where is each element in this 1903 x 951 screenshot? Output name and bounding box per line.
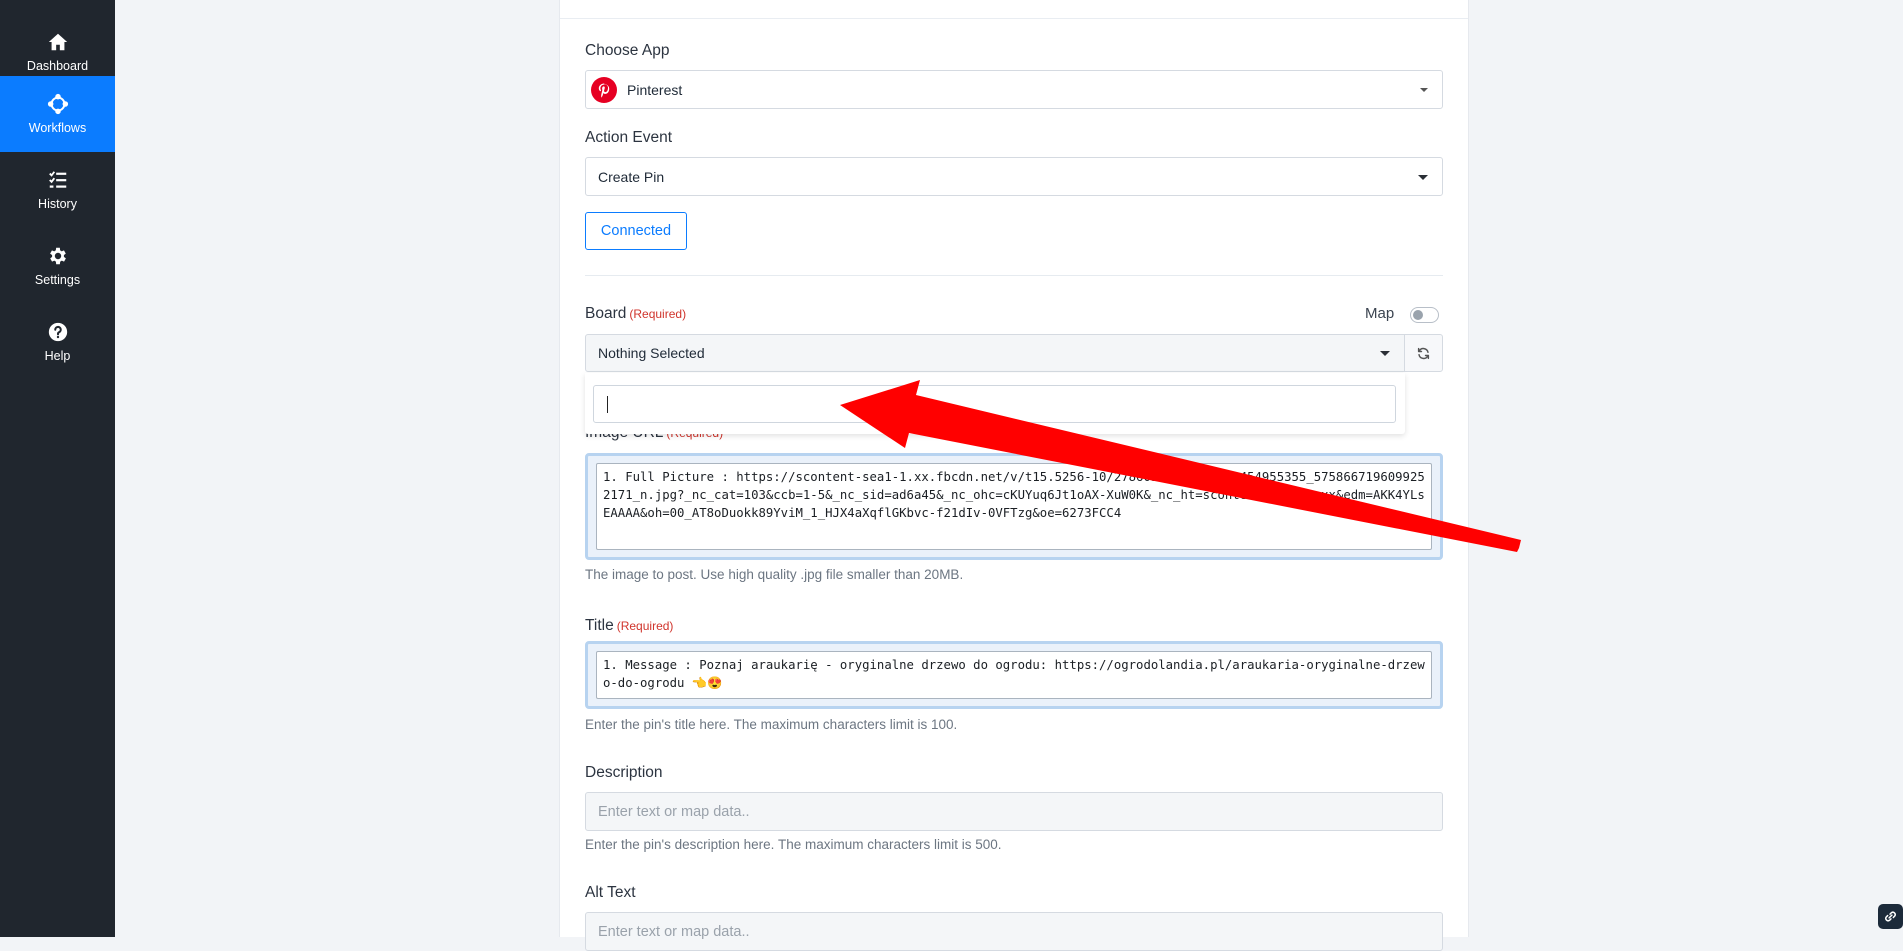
chevron-down-icon: [1380, 351, 1390, 356]
board-select-value: Nothing Selected: [598, 345, 705, 361]
alt-text-label: Alt Text: [585, 884, 636, 901]
help-circle-icon: [48, 322, 67, 342]
image-url-hint: The image to post. Use high quality .jpg…: [585, 567, 964, 582]
history-list-icon: [48, 171, 66, 188]
image-url-value[interactable]: 1. Full Picture : https://scontent-sea1-…: [596, 463, 1432, 550]
title-field[interactable]: 1. Message : Poznaj araukarię - oryginal…: [585, 641, 1443, 709]
refresh-boards-button[interactable]: [1404, 334, 1443, 372]
panel-top-divider: [560, 18, 1468, 19]
choose-app-value: Pinterest: [627, 81, 683, 98]
chevron-down-icon: [1420, 87, 1428, 92]
action-event-select[interactable]: Create Pin: [585, 157, 1443, 196]
sidebar-item-label: Settings: [34, 273, 81, 287]
refresh-icon: [1417, 347, 1430, 359]
title-label-text: Title: [585, 617, 614, 634]
sidebar-item-help[interactable]: Help: [0, 304, 115, 380]
chevron-down-icon: [1418, 174, 1428, 180]
title-label: Title (Required): [585, 617, 673, 635]
board-select[interactable]: Nothing Selected: [585, 334, 1405, 372]
description-hint: Enter the pin's description here. The ma…: [585, 837, 1002, 852]
choose-app-label: Choose App: [585, 42, 670, 59]
board-label: Board (Required): [585, 305, 686, 323]
sidebar: Dashboard Workflows History Settings Hel…: [0, 0, 115, 937]
connected-button[interactable]: Connected: [585, 212, 687, 250]
image-url-field[interactable]: 1. Full Picture : https://scontent-sea1-…: [585, 453, 1443, 560]
section-divider: [585, 275, 1443, 276]
sidebar-item-label: Workflows: [28, 121, 87, 135]
link-extension-icon[interactable]: [1878, 904, 1903, 929]
sidebar-item-label: Help: [44, 349, 71, 363]
home-icon: [48, 33, 67, 51]
description-input[interactable]: Enter text or map data..: [585, 792, 1443, 831]
toggle-knob: [1413, 310, 1423, 320]
description-placeholder: Enter text or map data..: [598, 803, 750, 820]
alt-text-placeholder: Enter text or map data..: [598, 923, 750, 940]
required-badge: (Required): [629, 307, 687, 321]
map-toggle-label: Map: [1365, 305, 1395, 322]
action-form-panel: Choose App Pinterest Action Event Create…: [559, 0, 1469, 951]
sidebar-item-workflows[interactable]: Workflows: [0, 76, 115, 152]
action-event-value: Create Pin: [598, 168, 665, 185]
title-value[interactable]: 1. Message : Poznaj araukarię - oryginal…: [596, 651, 1432, 699]
workflow-icon: [47, 93, 68, 115]
map-toggle[interactable]: [1410, 307, 1439, 323]
sidebar-item-history[interactable]: History: [0, 152, 115, 228]
sidebar-item-label: Dashboard: [26, 59, 89, 73]
description-label: Description: [585, 764, 663, 781]
required-badge: (Required): [616, 619, 674, 633]
board-dropdown-menu: [585, 373, 1405, 434]
title-hint: Enter the pin's title here. The maximum …: [585, 717, 958, 732]
sidebar-item-settings[interactable]: Settings: [0, 228, 115, 304]
sidebar-item-label: History: [38, 197, 77, 211]
board-label-text: Board: [585, 305, 627, 322]
choose-app-select[interactable]: Pinterest: [585, 70, 1443, 109]
alt-text-input[interactable]: Enter text or map data..: [585, 912, 1443, 951]
pinterest-logo-icon: [591, 76, 617, 103]
gear-icon: [49, 247, 66, 265]
board-search-input[interactable]: [593, 385, 1396, 423]
action-event-label: Action Event: [585, 129, 673, 146]
text-cursor: [607, 396, 608, 413]
